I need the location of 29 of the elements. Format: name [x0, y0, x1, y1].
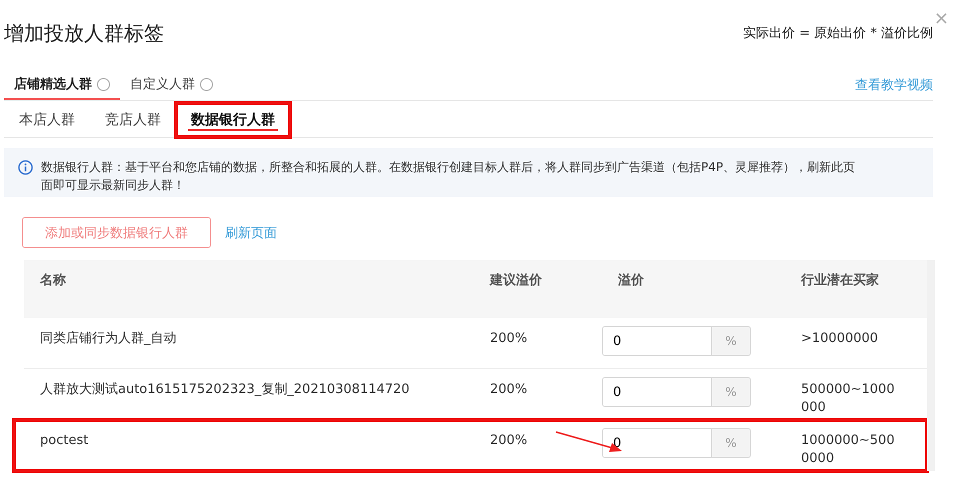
table-cell: poctest	[40, 432, 88, 450]
premium-input[interactable]: 0	[602, 326, 712, 356]
table-cell: 200%	[490, 330, 528, 348]
column-header: 建议溢价	[488, 272, 543, 290]
table-cell: 同类店铺行为人群_自动	[40, 330, 176, 348]
scrollbar[interactable]	[927, 260, 935, 471]
sub-tab[interactable]: 本店人群	[4, 103, 90, 137]
table-cell: >10000000	[801, 330, 878, 348]
tab[interactable]: 店铺精选人群	[4, 70, 120, 100]
column-header: 名称	[38, 272, 67, 290]
formula-text: 实际出价 = 原始出价 * 溢价比例	[743, 25, 933, 42]
table-cell-text: 500000~1000000	[801, 381, 896, 417]
dialog-title: 增加投放人群标签	[4, 20, 164, 46]
column-header: 溢价	[617, 272, 645, 290]
sub-tab[interactable]: 竞店人群	[90, 103, 176, 137]
table-cell-text: 1000000~5000000	[801, 432, 896, 468]
unit-label: %	[712, 377, 751, 407]
table-cell: 人群放大测试auto1615175202323_复制_20210308114720	[40, 381, 410, 399]
info-icon	[18, 160, 33, 175]
arrow-icon	[554, 430, 624, 454]
tab[interactable]: 自定义人群	[120, 70, 223, 100]
premium-input[interactable]: 0	[602, 377, 712, 407]
column-header: 行业潜在买家	[800, 272, 880, 290]
table-cell: 200%	[490, 381, 528, 399]
table-cell: 200%	[490, 432, 528, 450]
unit-label: %	[712, 326, 751, 356]
premium-input[interactable]: 0	[602, 428, 712, 458]
unit-label: %	[712, 428, 751, 458]
sub-tab[interactable]: 数据银行人群	[176, 103, 290, 137]
